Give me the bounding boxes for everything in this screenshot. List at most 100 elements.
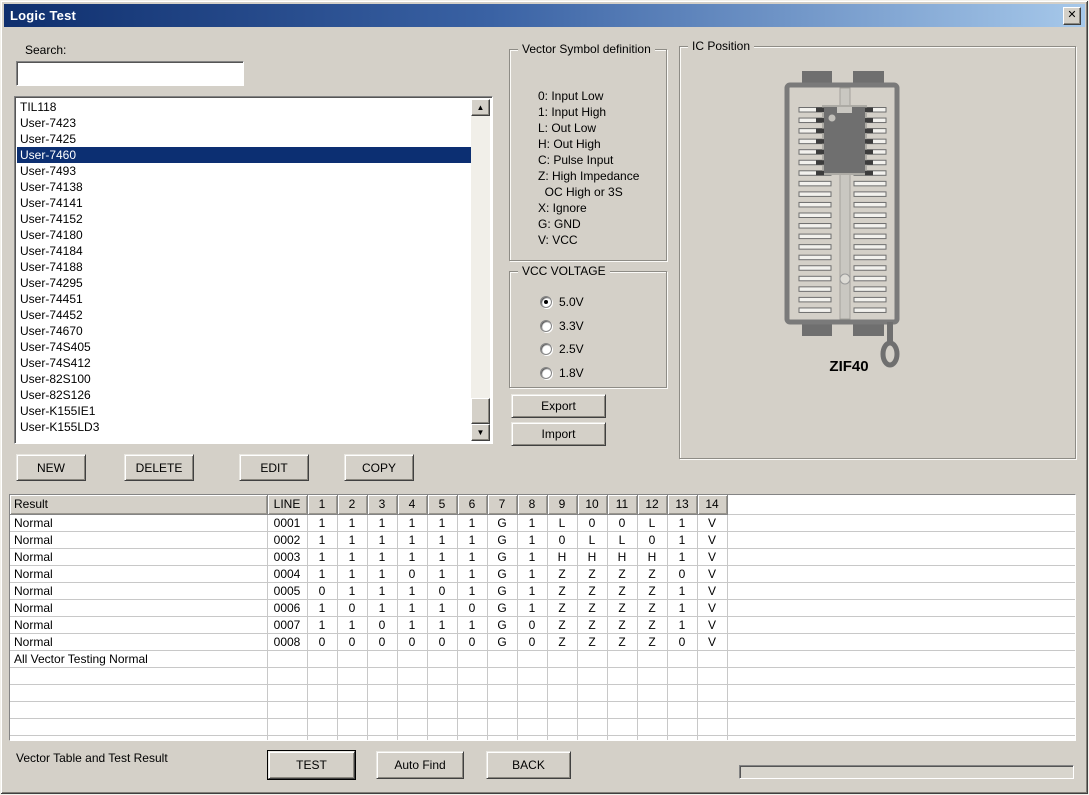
vector-cell: [367, 684, 397, 701]
vector-cell: [577, 684, 607, 701]
table-row[interactable]: [10, 667, 1075, 684]
list-item[interactable]: User-82S100: [17, 371, 471, 387]
vcc-option-label: 5.0V: [559, 295, 584, 309]
table-row[interactable]: Normal0002111111G10LL01V: [10, 531, 1075, 548]
column-header-6[interactable]: 6: [457, 495, 487, 514]
scroll-down-button[interactable]: ▼: [471, 424, 490, 441]
list-item[interactable]: User-74S412: [17, 355, 471, 371]
column-header-10[interactable]: 10: [577, 495, 607, 514]
vector-symbol-list: 0: Input Low1: Input HighL: Out LowH: Ou…: [538, 88, 662, 248]
list-item[interactable]: User-74452: [17, 307, 471, 323]
column-header-13[interactable]: 13: [667, 495, 697, 514]
auto-find-button[interactable]: Auto Find: [376, 751, 464, 779]
list-item[interactable]: User-74451: [17, 291, 471, 307]
list-item[interactable]: User-74S405: [17, 339, 471, 355]
column-header-11[interactable]: 11: [607, 495, 637, 514]
table-row[interactable]: [10, 701, 1075, 718]
list-item[interactable]: User-74184: [17, 243, 471, 259]
list-item[interactable]: User-74180: [17, 227, 471, 243]
column-header-4[interactable]: 4: [397, 495, 427, 514]
vector-cell: G: [487, 531, 517, 548]
vector-table[interactable]: ResultLINE1234567891011121314Normal00011…: [10, 495, 1075, 741]
list-scrollbar[interactable]: ▲ ▼: [471, 99, 490, 441]
column-header-1[interactable]: 1: [307, 495, 337, 514]
vector-cell: [337, 718, 367, 735]
list-item[interactable]: User-74138: [17, 179, 471, 195]
new-button[interactable]: NEW: [16, 454, 86, 481]
filler-cell: [727, 514, 1075, 531]
table-row[interactable]: Normal0004111011G1ZZZZ0V: [10, 565, 1075, 582]
column-header-3[interactable]: 3: [367, 495, 397, 514]
table-row[interactable]: [10, 684, 1075, 701]
list-item[interactable]: User-82S126: [17, 387, 471, 403]
list-item[interactable]: User-74188: [17, 259, 471, 275]
column-header-12[interactable]: 12: [637, 495, 667, 514]
table-row[interactable]: [10, 735, 1075, 741]
table-row[interactable]: Normal0005011101G1ZZZZ1V: [10, 582, 1075, 599]
vcc-option-3.3V[interactable]: 3.3V: [540, 318, 584, 334]
vcc-option-1.8V[interactable]: 1.8V: [540, 365, 584, 381]
vector-cell: H: [637, 548, 667, 565]
list-item[interactable]: User-7460: [17, 147, 471, 163]
vector-cell: [427, 718, 457, 735]
ic-listbox[interactable]: TIL118User-7423User-7425User-7460User-74…: [14, 96, 493, 444]
vector-cell: H: [577, 548, 607, 565]
import-button[interactable]: Import: [511, 422, 606, 446]
table-row[interactable]: [10, 718, 1075, 735]
export-button[interactable]: Export: [511, 394, 606, 418]
column-header-2[interactable]: 2: [337, 495, 367, 514]
list-item[interactable]: User-7425: [17, 131, 471, 147]
list-item[interactable]: User-7423: [17, 115, 471, 131]
vector-cell: 1: [337, 531, 367, 548]
list-item[interactable]: User-74141: [17, 195, 471, 211]
table-row[interactable]: All Vector Testing Normal: [10, 650, 1075, 667]
close-button[interactable]: ✕: [1063, 7, 1081, 25]
column-header-14[interactable]: 14: [697, 495, 727, 514]
list-item[interactable]: User-74152: [17, 211, 471, 227]
symbol-line: G: GND: [538, 216, 662, 232]
delete-button[interactable]: DELETE: [124, 454, 194, 481]
test-button[interactable]: TEST: [268, 751, 355, 779]
column-header-LINE[interactable]: LINE: [267, 495, 307, 514]
scrollbar-thumb[interactable]: [471, 398, 490, 424]
vector-cell: [427, 684, 457, 701]
table-row[interactable]: Normal0006101110G1ZZZZ1V: [10, 599, 1075, 616]
vector-cell: [337, 735, 367, 741]
back-button[interactable]: BACK: [486, 751, 571, 779]
line-cell: 0004: [267, 565, 307, 582]
column-header-9[interactable]: 9: [547, 495, 577, 514]
table-row[interactable]: Normal0003111111G1HHHH1V: [10, 548, 1075, 565]
list-item[interactable]: TIL118: [17, 99, 471, 115]
column-header-Result[interactable]: Result: [10, 495, 267, 514]
copy-button[interactable]: COPY: [344, 454, 414, 481]
socket-label: ZIF40: [789, 358, 909, 375]
result-cell: Normal: [10, 582, 267, 599]
table-row[interactable]: Normal0008000000G0ZZZZ0V: [10, 633, 1075, 650]
list-item[interactable]: User-74295: [17, 275, 471, 291]
scroll-up-button[interactable]: ▲: [471, 99, 490, 116]
vector-cell: 1: [307, 599, 337, 616]
vector-cell: H: [547, 548, 577, 565]
list-item[interactable]: User-K155IE1: [17, 403, 471, 419]
list-item[interactable]: User-K155LD3: [17, 419, 471, 435]
vcc-option-2.5V[interactable]: 2.5V: [540, 341, 584, 357]
list-item[interactable]: User-7493: [17, 163, 471, 179]
table-row[interactable]: Normal0007110111G0ZZZZ1V: [10, 616, 1075, 633]
vector-cell: 0: [517, 633, 547, 650]
column-header-8[interactable]: 8: [517, 495, 547, 514]
vector-cell: 1: [517, 514, 547, 531]
table-row[interactable]: Normal0001111111G1L00L1V: [10, 514, 1075, 531]
vcc-option-5.0V[interactable]: 5.0V: [540, 294, 584, 310]
search-input[interactable]: [16, 61, 244, 86]
vcc-voltage-title: VCC VOLTAGE: [518, 264, 610, 278]
vector-cell: [517, 735, 547, 741]
vector-cell: Z: [577, 565, 607, 582]
symbol-line: 1: Input High: [538, 104, 662, 120]
column-header-5[interactable]: 5: [427, 495, 457, 514]
vector-cell: G: [487, 514, 517, 531]
list-item[interactable]: User-74670: [17, 323, 471, 339]
column-header-7[interactable]: 7: [487, 495, 517, 514]
edit-button[interactable]: EDIT: [239, 454, 309, 481]
socket-screw: [840, 274, 850, 284]
vector-cell: [697, 735, 727, 741]
